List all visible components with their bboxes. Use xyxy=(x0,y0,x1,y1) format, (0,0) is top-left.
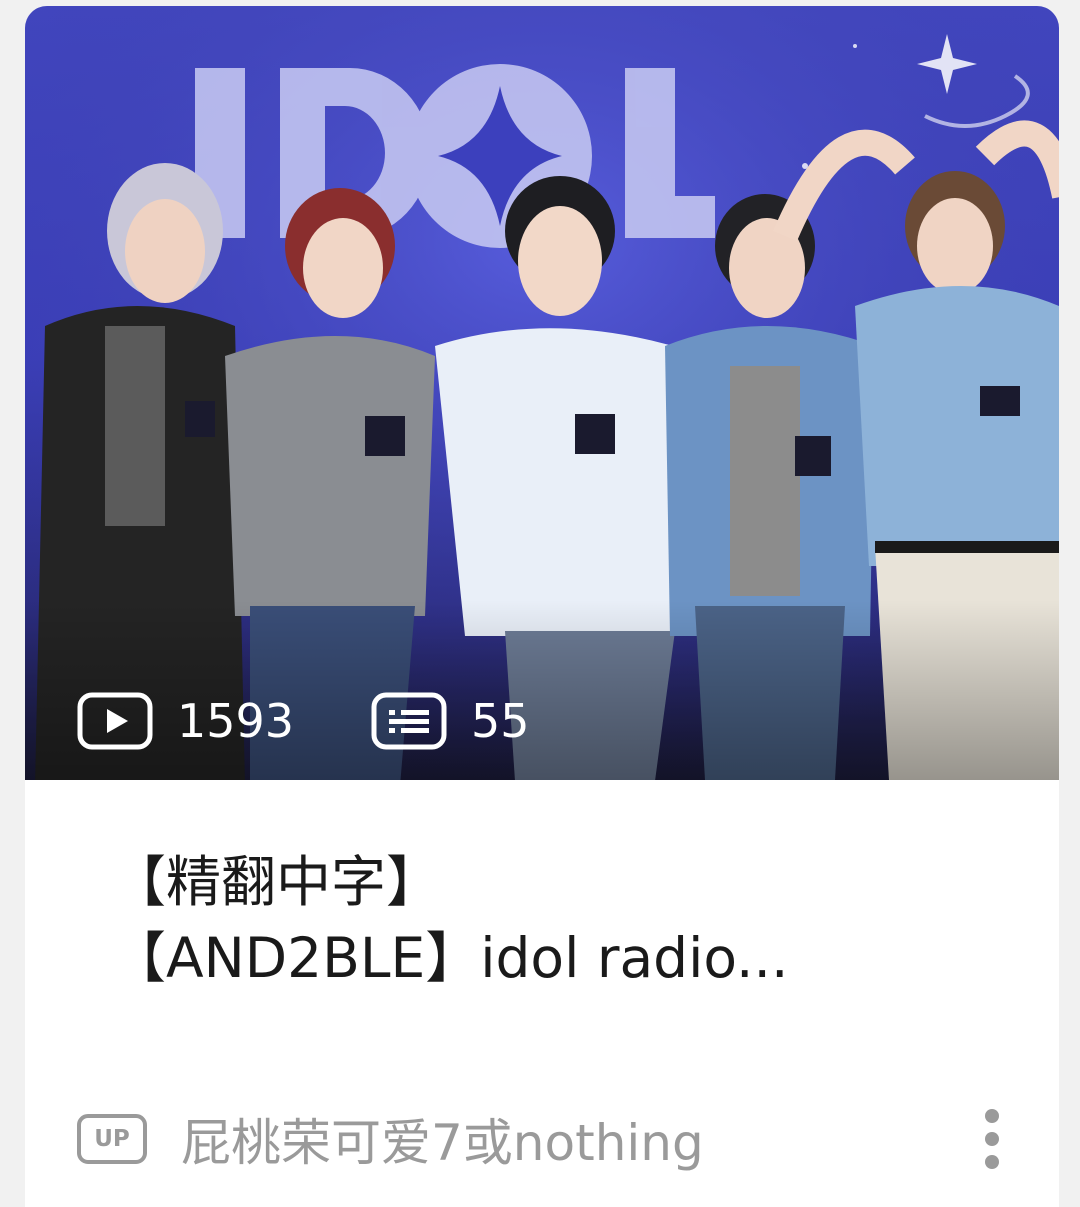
play-count-icon xyxy=(77,692,153,750)
danmaku-count-icon xyxy=(371,692,447,750)
uploader-row[interactable]: UP 屁桃荣可爱7或nothing xyxy=(77,1104,704,1174)
video-thumbnail[interactable]: 1593 55 xyxy=(25,6,1059,780)
view-count-value: 1593 xyxy=(177,694,295,748)
video-card[interactable]: 1593 55 【精翻中字】 【AND2BLE】idol radio... UP… xyxy=(25,6,1059,1207)
uploader-name[interactable]: 屁桃荣可爱7或nothing xyxy=(181,1103,704,1175)
danmaku-count-value: 55 xyxy=(471,694,530,748)
video-title[interactable]: 【精翻中字】 【AND2BLE】idol radio... xyxy=(111,844,1011,996)
view-count: 1593 xyxy=(77,692,294,750)
video-title-line-2: 【AND2BLE】idol radio... xyxy=(111,926,789,990)
more-vertical-icon[interactable] xyxy=(980,1106,1004,1172)
thumbnail-gradient xyxy=(25,600,1059,780)
up-badge-icon: UP xyxy=(77,1114,147,1164)
danmaku-count: 55 xyxy=(371,692,530,750)
video-title-line-1: 【精翻中字】 xyxy=(111,850,442,914)
